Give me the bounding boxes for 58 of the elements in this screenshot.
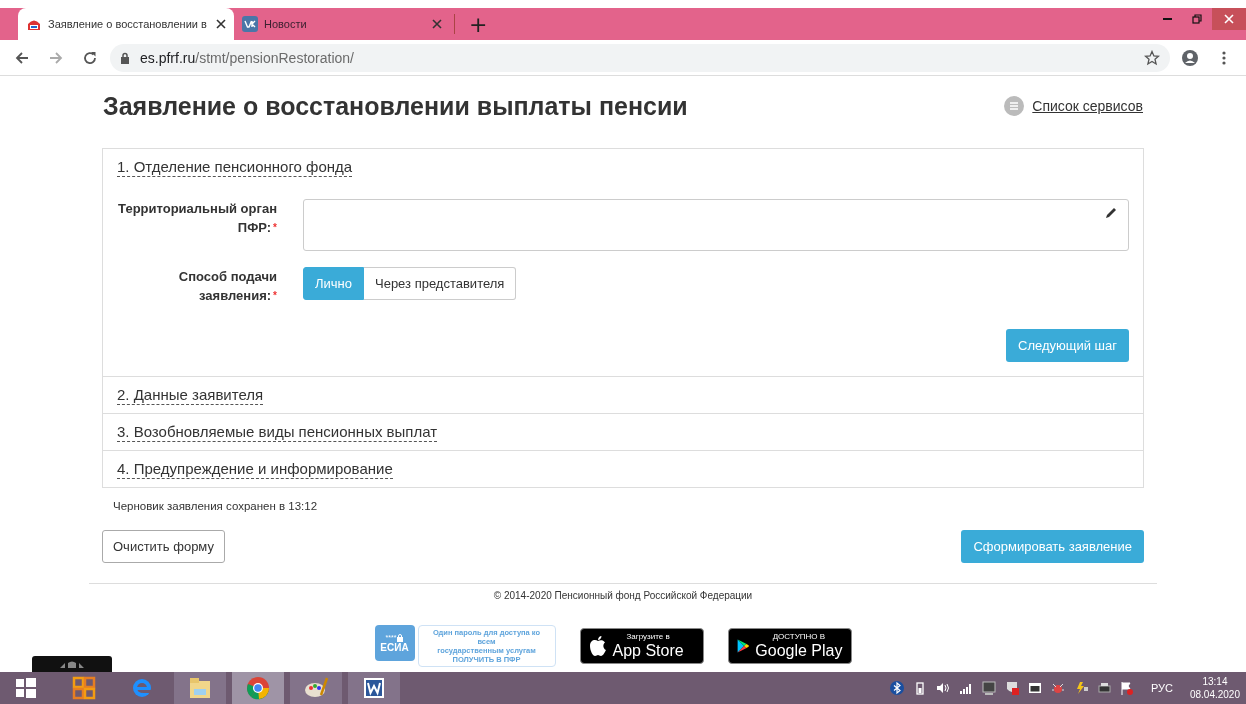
apple-icon [588,635,607,657]
language-indicator[interactable]: РУС [1150,682,1173,694]
windows-icon [13,675,39,701]
lock-icon [397,633,404,642]
word-icon [361,675,387,701]
browser-tab[interactable]: Заявление о восстановлении в [18,8,234,40]
taskbar-button[interactable] [174,672,226,704]
url-text: es.pfrf.ru/stmt/pensionRestoration/ [140,49,354,66]
store-badge[interactable]: Загрузите в App Store [579,628,704,664]
minimize-icon [1162,18,1172,20]
signal-icon[interactable] [958,681,973,695]
toggle-option[interactable]: Через представителя [364,267,517,300]
reload-icon [82,49,98,66]
copyright-text: © 2014-2020 Пенсионный фонд Российской Федерации [492,590,754,601]
chrome-icon [245,675,271,701]
back-icon [14,49,30,66]
bug-icon[interactable] [1050,681,1065,695]
field-label: Территориальный орган ПФР:* [117,200,277,237]
shield-icon[interactable] [1004,681,1019,695]
app-icon [242,16,258,32]
star-icon[interactable] [1144,49,1160,66]
draft-status: Черновик заявления сохранен в 13:12 [112,499,319,514]
taskbar-button[interactable] [348,672,400,704]
clock[interactable]: 13:14 08.04.2020 [1189,675,1240,701]
office-icon [71,675,97,701]
section-header[interactable]: 4. Предупреждение и информирование [117,459,393,479]
close-icon [1224,14,1234,24]
taskbar-button[interactable] [290,672,342,704]
up-arrows-icon [60,660,84,668]
pencil-icon[interactable] [1104,206,1118,220]
close-button[interactable] [1212,8,1246,30]
peek-tab[interactable] [32,656,112,672]
monitor-icon[interactable] [981,681,996,695]
lock-icon [120,51,130,64]
folder-icon [187,675,213,701]
store-badge[interactable]: ДОСТУПНО В Google Play [727,628,852,664]
clear-form-button[interactable]: Очистить форму [102,530,225,563]
section-header[interactable]: 1. Отделение пенсионного фонда [117,157,353,177]
restore-icon [1192,14,1202,24]
person-icon [1181,48,1199,67]
browser-tab[interactable]: Новости [234,8,450,40]
services-link[interactable]: Список сервисов [1004,96,1143,116]
address-bar[interactable]: es.pfrf.ru/stmt/pensionRestoration/ [110,43,1170,72]
page-title: Заявление о восстановлении выплаты пенсии [103,91,688,121]
printer-icon[interactable] [1096,681,1111,695]
menu-icon [1222,49,1226,66]
bluetooth-icon[interactable] [889,681,904,695]
input-field[interactable] [303,199,1129,251]
section-header[interactable]: 2. Данные заявителя [117,385,264,405]
flag-icon[interactable] [1119,681,1134,695]
list-icon [1004,96,1025,116]
section-header[interactable]: 3. Возобновляемые виды пенсионных выплат [117,422,438,442]
forward-icon [48,49,64,66]
field-label: Способ подачи заявления:* [177,268,277,305]
new-tab-button[interactable]: + [461,8,496,40]
close-icon[interactable] [216,19,226,29]
window-icon[interactable] [1027,681,1042,695]
speaker-icon[interactable] [935,681,950,695]
